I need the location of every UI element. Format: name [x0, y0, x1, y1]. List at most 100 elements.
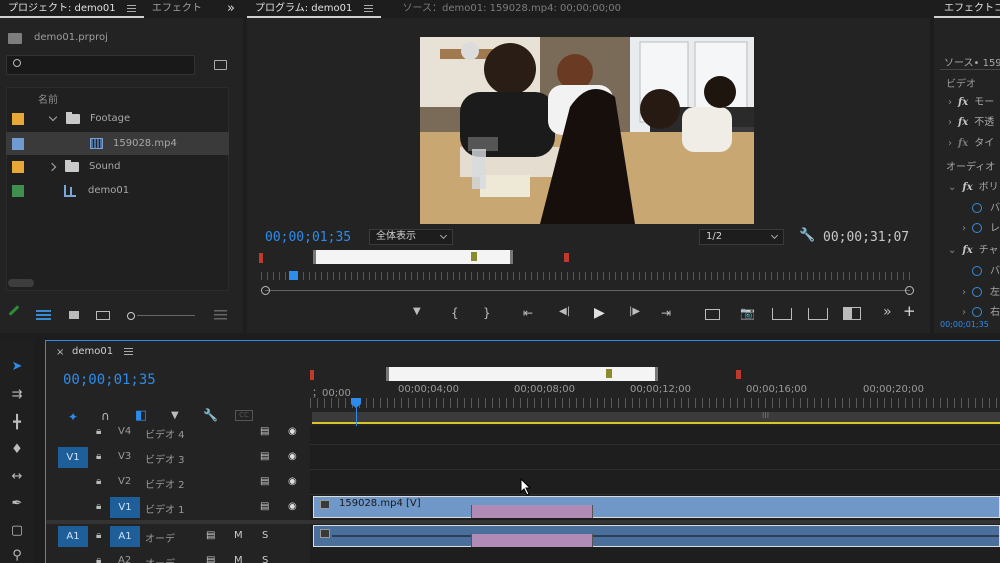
list-item-clip[interactable]: 159028.mp4 [6, 132, 229, 155]
chevron-right-icon[interactable] [47, 162, 57, 171]
list-item-footage[interactable]: Footage [6, 107, 229, 130]
safe-margins-icon[interactable] [705, 309, 720, 320]
tab-effect-controls[interactable]: エフェクトコ [934, 0, 1000, 18]
time-ruler[interactable]: ；00;00 00;00;04;00 00;00;08;00 00;00;12;… [310, 383, 1000, 411]
panel-menu-icon[interactable] [124, 347, 134, 355]
more-panels-button[interactable]: » [219, 0, 243, 18]
search-input[interactable] [6, 55, 195, 75]
video-clip[interactable]: 159028.mp4 [V] [313, 496, 1000, 518]
camera-icon[interactable]: 📷 [740, 306, 755, 320]
sync-lock-icon[interactable]: ▤ [206, 530, 215, 541]
sync-lock-icon[interactable]: ▤ [260, 426, 269, 437]
scroll-left-handle[interactable] [261, 286, 270, 295]
eye-icon[interactable]: ◉ [288, 476, 297, 487]
selection-tool-icon[interactable]: ➤ [6, 356, 28, 378]
current-timecode[interactable]: 00;00;01;35 [265, 230, 351, 245]
audio-clip[interactable] [313, 525, 1000, 547]
stopwatch-icon[interactable] [972, 223, 982, 233]
eye-icon[interactable]: ◉ [288, 426, 297, 437]
sync-lock-icon[interactable]: ▤ [260, 476, 269, 487]
chevron-down-icon[interactable] [48, 112, 58, 122]
add-button-icon[interactable]: + [903, 302, 916, 320]
eye-icon[interactable]: ◉ [288, 501, 297, 512]
more-controls-icon[interactable]: » [883, 304, 892, 320]
lock-icon[interactable]: 🔒︎ [96, 476, 101, 487]
stopwatch-icon[interactable] [972, 307, 982, 317]
wrench-icon[interactable]: 🔧 [799, 228, 815, 243]
pen-tool-icon[interactable]: ✒ [6, 493, 28, 515]
mark-out-icon[interactable]: } [483, 306, 491, 320]
tab-effects[interactable]: エフェクト [144, 0, 210, 18]
lock-icon[interactable]: 🔒︎ [96, 426, 101, 437]
zoom-slider[interactable] [127, 312, 195, 320]
timeline-close-button[interactable]: × [56, 347, 64, 358]
eye-icon[interactable]: ◉ [288, 451, 297, 462]
lift-icon[interactable] [772, 308, 792, 320]
effect-bypass-2[interactable]: バ [940, 262, 1000, 284]
effect-level[interactable]: › レ [940, 219, 1000, 241]
step-back-icon[interactable]: ◀| [559, 306, 570, 317]
tab-timeline[interactable]: demo01 [72, 346, 134, 357]
tab-project[interactable]: プロジェクト: demo01 [0, 0, 144, 18]
extract-icon[interactable] [808, 308, 828, 320]
lock-icon[interactable]: 🔒︎ [96, 530, 101, 541]
effect-left[interactable]: › 左 [940, 283, 1000, 305]
solo-button[interactable]: S [262, 555, 268, 563]
add-marker-icon[interactable]: ▼ [413, 306, 421, 317]
mute-button[interactable]: M [234, 530, 243, 541]
source-patch-a1[interactable]: A1 [58, 526, 88, 547]
track-target-a1[interactable]: A1 [110, 526, 140, 547]
mark-in-icon[interactable]: { [451, 306, 459, 320]
zoom-tool-icon[interactable]: ⚲ [6, 545, 28, 563]
sort-icon[interactable] [214, 310, 227, 320]
stopwatch-icon[interactable] [972, 266, 982, 276]
rectangle-tool-icon[interactable]: ▢ [6, 520, 28, 542]
go-to-in-icon[interactable]: ⇤ [523, 306, 533, 320]
timeline-timecode[interactable]: 00;00;01;35 [63, 372, 156, 388]
list-view-icon[interactable] [36, 310, 51, 320]
lock-icon[interactable]: 🔒︎ [96, 501, 101, 512]
track-target-v1[interactable]: V1 [110, 497, 140, 518]
timeline-zoom-bar[interactable] [386, 367, 658, 381]
column-header-name[interactable]: 名前 [38, 91, 58, 106]
track-select-tool-icon[interactable]: ⇉ [6, 384, 28, 406]
effect-time-remap[interactable]: › fx タイ [940, 134, 1000, 156]
stopwatch-icon[interactable] [972, 203, 982, 213]
effect-bypass[interactable]: バ [940, 199, 1000, 221]
fit-select[interactable]: 全体表示 [369, 229, 453, 245]
razor-tool-icon[interactable]: ♦ [6, 439, 28, 461]
zoom-scroll-bar[interactable] [313, 250, 513, 264]
effect-opacity[interactable]: › fx 不透 [940, 113, 1000, 135]
effect-volume[interactable]: ⌄ fx ボリ [940, 178, 1000, 200]
list-item-sound[interactable]: Sound [6, 155, 229, 178]
zoom-slider-handle[interactable] [127, 312, 135, 320]
go-to-out-icon[interactable]: ⇥ [661, 306, 671, 320]
playhead-handle[interactable] [289, 271, 298, 280]
sync-lock-icon[interactable]: ▤ [206, 555, 215, 563]
lock-icon[interactable]: 🔒︎ [96, 555, 101, 563]
panel-menu-icon[interactable] [126, 4, 136, 12]
horizontal-scrollbar[interactable] [8, 279, 34, 287]
lock-icon[interactable]: 🔒︎ [96, 451, 101, 462]
video-frame[interactable] [420, 37, 754, 224]
source-patch-v1[interactable]: V1 [58, 447, 88, 468]
compare-view-icon[interactable] [843, 307, 861, 320]
tab-source[interactable]: ソース：demo01: 159028.mp4: 00;00;00;00 [395, 0, 630, 18]
panel-menu-icon[interactable] [363, 4, 373, 12]
sync-lock-icon[interactable]: ▤ [260, 451, 269, 462]
ripple-edit-tool-icon[interactable]: ╋ [6, 412, 28, 434]
new-search-bin-icon[interactable] [214, 60, 227, 70]
list-item-sequence[interactable]: demo01 [6, 179, 229, 202]
solo-button[interactable]: S [262, 530, 268, 541]
effect-channel-volume[interactable]: ⌄ fx チャ [940, 241, 1000, 263]
work-area-bar[interactable]: III [312, 411, 1000, 424]
icon-view-icon[interactable] [69, 311, 79, 319]
tab-program[interactable]: プログラム: demo01 [247, 0, 381, 18]
slip-tool-icon[interactable]: ↔ [6, 466, 28, 488]
step-forward-icon[interactable]: |▶ [629, 306, 640, 317]
sync-lock-icon[interactable]: ▤ [260, 501, 269, 512]
freeform-view-icon[interactable] [96, 311, 110, 320]
play-button[interactable]: ▶ [594, 305, 605, 321]
effect-right[interactable]: › 右 [940, 303, 1000, 317]
effect-motion[interactable]: › fx モー [940, 93, 1000, 115]
